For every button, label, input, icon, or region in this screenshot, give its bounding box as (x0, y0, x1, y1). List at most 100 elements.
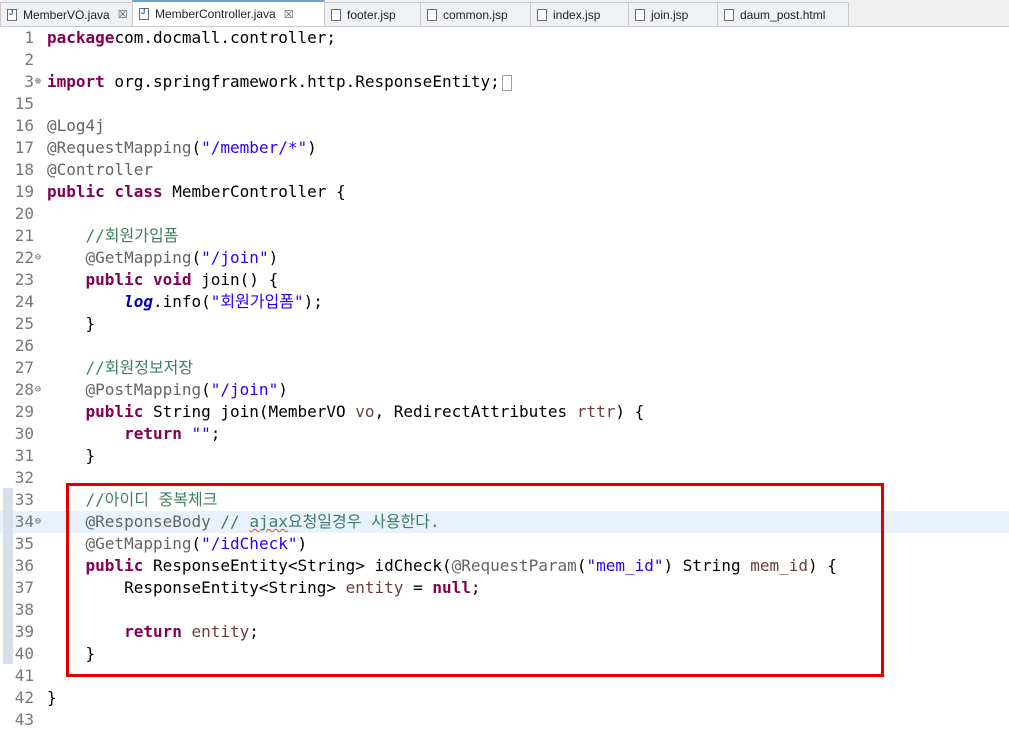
code-line[interactable]: 2 (0, 49, 1009, 71)
code-token: package (47, 28, 115, 47)
code-token: @Controller (47, 160, 153, 179)
code-line[interactable]: 20 (0, 203, 1009, 225)
code-token: @Log4j (47, 116, 105, 135)
line-number: 3 (24, 72, 34, 91)
line-number: 37 (14, 578, 34, 597)
code-token: //회원정보저장 (85, 358, 194, 377)
code-text: public class MemberController { (47, 181, 346, 203)
code-line[interactable]: 17 @RequestMapping("/member/*") (0, 137, 1009, 159)
tab-footer-jsp[interactable]: footer.jsp (324, 2, 421, 26)
code-line[interactable]: 19 public class MemberController { (0, 181, 1009, 203)
code-line[interactable]: 31 } (0, 445, 1009, 467)
code-text: //회원가입폼 (47, 225, 179, 247)
line-number: 16 (14, 116, 34, 135)
code-line[interactable]: 42} (0, 687, 1009, 709)
code-token: String join(MemberVO (143, 402, 356, 421)
line-number: 32 (14, 468, 34, 487)
code-text: return ""; (47, 423, 220, 445)
code-line[interactable]: 27 //회원정보저장 (0, 357, 1009, 379)
code-token: } (47, 314, 96, 333)
code-text: //회원정보저장 (47, 357, 194, 379)
file-icon (537, 8, 547, 21)
close-icon[interactable]: ☒ (284, 8, 294, 21)
code-line[interactable]: 43 (0, 709, 1009, 731)
tab-join-jsp[interactable]: join.jsp (628, 2, 718, 26)
line-number: 26 (14, 336, 34, 355)
code-token: join() { (191, 270, 279, 289)
code-text: packagecom.docmall.controller; (47, 27, 336, 49)
java-file-icon (139, 7, 149, 20)
close-icon[interactable]: ☒ (118, 8, 128, 21)
code-token: "/member/*" (201, 138, 308, 157)
code-line[interactable]: 18 @Controller (0, 159, 1009, 181)
tab-membervo-java[interactable]: MemberVO.java ☒ (0, 2, 133, 26)
code-token: } (47, 688, 57, 707)
tab-index-jsp[interactable]: index.jsp (530, 2, 629, 26)
code-token: .info( (152, 292, 211, 311)
code-token: void (152, 270, 192, 289)
code-line[interactable]: 24 log.info("회원가입폼"); (0, 291, 1009, 313)
code-text: } (47, 313, 96, 335)
code-text: @GetMapping("/join") (47, 247, 279, 269)
code-line[interactable]: 29 public String join(MemberVO vo, Redir… (0, 401, 1009, 423)
collapse-fold-icon[interactable]: ⊖ (35, 247, 41, 269)
tab-daum-post-html[interactable]: daum_post.html (717, 2, 849, 26)
java-file-icon (7, 8, 17, 21)
tab-label: daum_post.html (740, 7, 826, 22)
code-token: @RequestMapping (47, 138, 192, 157)
line-number: 43 (14, 710, 34, 729)
collapsed-region-icon[interactable] (501, 74, 512, 91)
code-line[interactable]: 22 ⊖ @GetMapping("/join") (0, 247, 1009, 269)
code-token: "/join" (210, 380, 279, 399)
line-number: 33 (14, 490, 34, 509)
line-number: 34 (14, 512, 34, 531)
code-line[interactable]: 23 public void join() { (0, 269, 1009, 291)
code-token: , RedirectAttributes (374, 402, 577, 421)
code-line[interactable]: 16 @Log4j (0, 115, 1009, 137)
change-marker-bar (3, 488, 13, 664)
code-token: log (124, 292, 153, 311)
code-line[interactable]: 26 (0, 335, 1009, 357)
code-text: } (47, 687, 57, 709)
code-editor[interactable]: 43 42} 41 40 } 39 return entity; 38 37 Respons… (0, 27, 1009, 737)
line-number: 36 (14, 556, 34, 575)
code-token: class (114, 182, 163, 201)
tab-label: footer.jsp (347, 7, 396, 22)
line-number: 28 (14, 380, 34, 399)
code-token: public (47, 182, 105, 201)
code-text: @Log4j (47, 115, 105, 137)
tab-label: index.jsp (553, 7, 601, 22)
code-token: ) (278, 380, 288, 399)
code-line[interactable]: 21 //회원가입폼 (0, 225, 1009, 247)
line-number: 29 (14, 402, 34, 421)
line-number: 42 (14, 688, 34, 707)
expand-fold-icon[interactable]: ⊕ (35, 71, 41, 93)
code-text: public String join(MemberVO vo, Redirect… (47, 401, 645, 423)
code-token: ) { (615, 402, 645, 421)
line-number: 18 (14, 160, 34, 179)
file-icon (724, 8, 734, 21)
code-token: ) (307, 138, 317, 157)
code-token: rttr (576, 402, 616, 421)
code-token: ; (210, 424, 221, 443)
code-line[interactable]: 1 packagecom.docmall.controller; (0, 27, 1009, 49)
collapse-fold-icon[interactable]: ⊖ (35, 511, 41, 533)
tab-membercontroller-java[interactable]: MemberController.java ☒ (132, 0, 325, 26)
code-line[interactable]: 30 return ""; (0, 423, 1009, 445)
tab-common-jsp[interactable]: common.jsp (420, 2, 531, 26)
line-number: 24 (14, 292, 34, 311)
code-line[interactable]: 28 ⊖ @PostMapping("/join") (0, 379, 1009, 401)
code-line[interactable]: 25 } (0, 313, 1009, 335)
collapse-fold-icon[interactable]: ⊖ (35, 379, 41, 401)
tab-label: join.jsp (651, 7, 689, 22)
line-number: 15 (14, 94, 34, 113)
code-line[interactable]: 3 ⊕ import org.springframework.http.Respon… (0, 71, 1009, 93)
code-line[interactable]: 15 (0, 93, 1009, 115)
code-token: vo (355, 402, 375, 421)
